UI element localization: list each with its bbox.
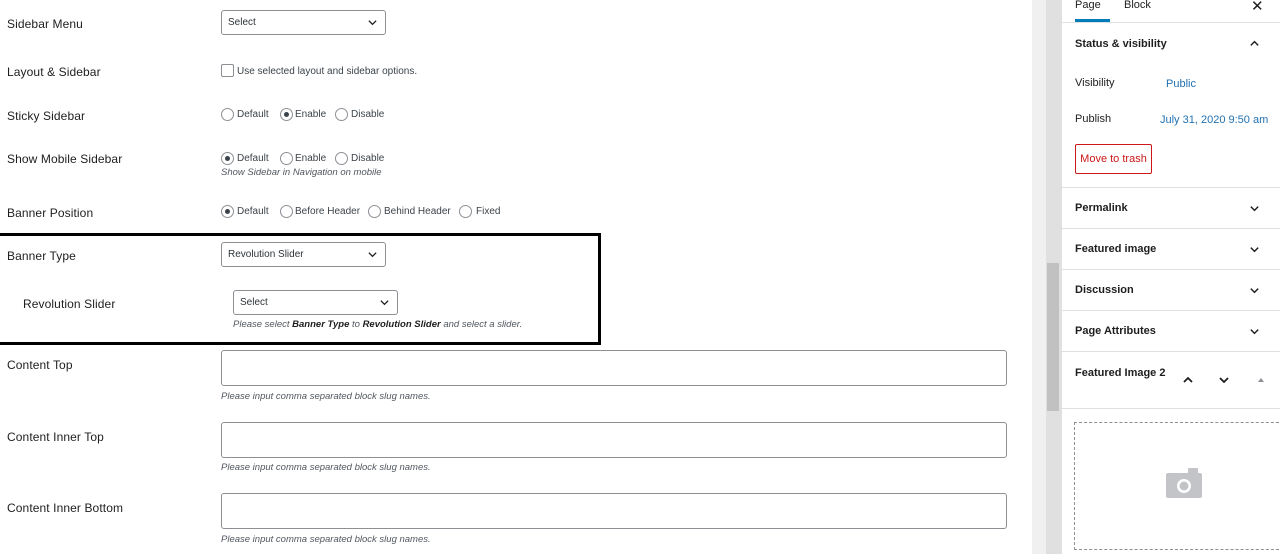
sticky-sidebar-radio-default[interactable] xyxy=(221,108,234,121)
collapse-arrow-icon[interactable] xyxy=(1254,373,1268,387)
banner-position-radio-fixed[interactable] xyxy=(459,205,472,218)
panel-page-attributes[interactable]: Page Attributes xyxy=(1075,325,1156,337)
content-top-label: Content Top xyxy=(7,358,73,372)
banner-position-option-default: Default xyxy=(237,206,269,217)
chevron-down-icon[interactable] xyxy=(1249,203,1260,214)
banner-position-option-behind-header: Behind Header xyxy=(384,206,451,217)
content-inner-top-label: Content Inner Top xyxy=(7,430,104,444)
panel-divider xyxy=(1062,310,1280,311)
featured-image-2-title[interactable]: Featured Image 2 xyxy=(1075,366,1175,381)
layout-sidebar-checkbox-text: Use selected layout and sidebar options. xyxy=(237,66,418,77)
sticky-sidebar-radio-disable[interactable] xyxy=(335,108,348,121)
tabs-divider xyxy=(1062,22,1280,23)
layout-sidebar-checkbox[interactable] xyxy=(221,64,234,77)
sticky-sidebar-option-enable: Enable xyxy=(295,109,327,120)
content-top-help: Please input comma separated block slug … xyxy=(221,391,431,402)
banner-type-label: Banner Type xyxy=(7,249,76,263)
revolution-slider-label: Revolution Slider xyxy=(23,297,116,311)
sticky-sidebar-radio-enable[interactable] xyxy=(280,108,293,121)
publish-label: Publish xyxy=(1075,113,1112,125)
chevron-down-icon[interactable] xyxy=(1249,326,1260,337)
banner-type-select[interactable]: Revolution Slider xyxy=(221,242,386,267)
tab-page[interactable]: Page xyxy=(1075,0,1110,22)
panel-divider xyxy=(1062,187,1280,188)
panel-divider xyxy=(1062,351,1280,352)
show-mobile-sidebar-label: Show Mobile Sidebar xyxy=(7,152,123,166)
content-top-input[interactable] xyxy=(221,350,1007,386)
sidebar-menu-select-value: Select xyxy=(228,17,256,28)
sticky-sidebar-option-default: Default xyxy=(237,109,269,120)
chevron-down-icon[interactable] xyxy=(1249,285,1260,296)
revolution-slider-select[interactable]: Select xyxy=(233,290,398,315)
banner-position-option-fixed: Fixed xyxy=(476,206,501,217)
chevron-up-icon[interactable] xyxy=(1249,38,1260,49)
content-inner-top-input[interactable] xyxy=(221,422,1007,458)
sidebar-menu-label: Sidebar Menu xyxy=(7,17,83,31)
tab-block[interactable]: Block xyxy=(1124,0,1151,22)
panel-divider xyxy=(1062,228,1280,229)
close-icon[interactable]: ✕ xyxy=(1251,0,1264,15)
content-inner-bottom-help: Please input comma separated block slug … xyxy=(221,534,431,545)
scrollbar-thumb[interactable] xyxy=(1047,263,1059,411)
banner-position-option-before-header: Before Header xyxy=(295,206,361,217)
revolution-slider-help-mid: to xyxy=(349,319,363,330)
revolution-slider-help-bold-revolution-slider: Revolution Slider xyxy=(362,319,441,330)
banner-position-radio-behind-header[interactable] xyxy=(368,205,381,218)
content-inner-bottom-label: Content Inner Bottom xyxy=(7,501,124,515)
panel-divider xyxy=(1062,408,1280,409)
move-down-icon[interactable] xyxy=(1217,373,1231,387)
content-inner-top-help: Please input comma separated block slug … xyxy=(221,462,431,473)
scrollbar-track[interactable] xyxy=(1032,0,1046,554)
panel-featured-image[interactable]: Featured image xyxy=(1075,243,1156,255)
mobile-sidebar-radio-disable[interactable] xyxy=(335,152,348,165)
revolution-slider-select-value: Select xyxy=(240,297,268,308)
banner-position-radio-default[interactable] xyxy=(221,205,234,218)
chevron-down-icon xyxy=(368,20,377,26)
mobile-sidebar-option-enable: Enable xyxy=(295,153,327,164)
chevron-down-icon[interactable] xyxy=(1249,244,1260,255)
mobile-sidebar-help: Show Sidebar in Navigation on mobile xyxy=(221,167,382,178)
panel-discussion[interactable]: Discussion xyxy=(1075,284,1134,296)
panel-permalink[interactable]: Permalink xyxy=(1075,202,1128,214)
settings-sidebar: Page Block ✕ Status & visibility Visibil… xyxy=(1061,0,1280,554)
mobile-sidebar-option-default: Default xyxy=(237,153,269,164)
sticky-sidebar-option-disable: Disable xyxy=(351,109,385,120)
banner-position-label: Banner Position xyxy=(7,206,94,220)
page-options-panel: Sidebar Menu Select Layout & Sidebar Use… xyxy=(0,0,1032,554)
mobile-sidebar-radio-default[interactable] xyxy=(221,152,234,165)
chevron-down-icon xyxy=(380,300,389,306)
move-to-trash-button[interactable]: Move to trash xyxy=(1075,144,1152,174)
revolution-slider-help-prefix: Please select xyxy=(233,319,293,330)
panel-divider xyxy=(1062,269,1280,270)
content-inner-bottom-input[interactable] xyxy=(221,493,1007,529)
banner-position-radio-before-header[interactable] xyxy=(280,205,293,218)
revolution-slider-help-bold-banner-type: Banner Type xyxy=(292,319,350,330)
visibility-label: Visibility xyxy=(1075,77,1115,89)
chevron-down-icon xyxy=(368,252,377,258)
publish-date-link[interactable]: July 31, 2020 9:50 am xyxy=(1160,114,1268,126)
sticky-sidebar-label: Sticky Sidebar xyxy=(7,109,86,123)
revolution-slider-help: Please select Banner Type to Revolution … xyxy=(233,319,522,330)
camera-icon xyxy=(1166,468,1202,498)
mobile-sidebar-radio-enable[interactable] xyxy=(280,152,293,165)
layout-sidebar-label: Layout & Sidebar xyxy=(7,65,101,79)
move-up-icon[interactable] xyxy=(1181,373,1195,387)
revolution-slider-help-suffix: and select a slider. xyxy=(440,319,523,330)
status-visibility-title[interactable]: Status & visibility xyxy=(1075,38,1167,50)
sidebar-menu-select[interactable]: Select xyxy=(221,10,386,35)
mobile-sidebar-option-disable: Disable xyxy=(351,153,385,164)
banner-type-select-value: Revolution Slider xyxy=(228,249,304,260)
visibility-value-link[interactable]: Public xyxy=(1166,78,1196,90)
